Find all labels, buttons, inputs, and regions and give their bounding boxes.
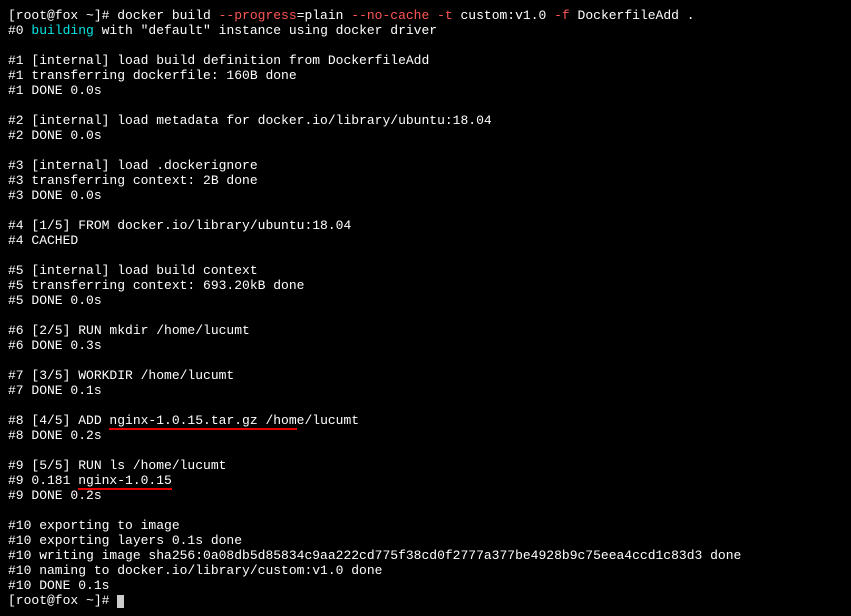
output-line: #6 [2/5] RUN mkdir /home/lucumt xyxy=(8,323,843,338)
output-line: #6 DONE 0.3s xyxy=(8,338,843,353)
terminal-command-line: [root@fox ~]# docker build --progress=pl… xyxy=(8,8,843,23)
output-line: #1 [internal] load build definition from… xyxy=(8,53,843,68)
arg-tag: custom:v1.0 xyxy=(453,8,554,23)
output-line: #10 exporting to image xyxy=(8,518,843,533)
output-line: #5 transferring context: 693.20kB done xyxy=(8,278,843,293)
terminal-prompt-line[interactable]: [root@fox ~]# xyxy=(8,593,843,608)
prompt: [root@fox ~]# xyxy=(8,8,117,23)
output-line: #0 building with "default" instance usin… xyxy=(8,23,843,38)
arg-dockerfile: DockerfileAdd . xyxy=(570,8,695,23)
output-line: #9 DONE 0.2s xyxy=(8,488,843,503)
output-line: #2 [internal] load metadata for docker.i… xyxy=(8,113,843,128)
output-line: #1 DONE 0.0s xyxy=(8,83,843,98)
cursor-icon xyxy=(117,595,124,608)
output-line-ls: #9 0.181 nginx-1.0.15 xyxy=(8,473,843,488)
output-line-add: #8 [4/5] ADD nginx-1.0.15.tar.gz /home/l… xyxy=(8,413,843,428)
opt-progress: --progress xyxy=(219,8,297,23)
output-line: #8 DONE 0.2s xyxy=(8,428,843,443)
output-line: #5 DONE 0.0s xyxy=(8,293,843,308)
output-line: #3 DONE 0.0s xyxy=(8,188,843,203)
building-word: building xyxy=(31,23,93,38)
cmd-docker: docker build xyxy=(117,8,218,23)
opt-f: -f xyxy=(554,8,570,23)
output-line: #10 naming to docker.io/library/custom:v… xyxy=(8,563,843,578)
output-line: #10 DONE 0.1s xyxy=(8,578,843,593)
opt-no-cache: --no-cache xyxy=(351,8,429,23)
output-line: #7 DONE 0.1s xyxy=(8,383,843,398)
eq-plain: =plain xyxy=(297,8,352,23)
output-line: #3 transferring context: 2B done xyxy=(8,173,843,188)
prompt: [root@fox ~]# xyxy=(8,593,117,608)
output-line: #9 [5/5] RUN ls /home/lucumt xyxy=(8,458,843,473)
output-line: #5 [internal] load build context xyxy=(8,263,843,278)
output-line: #10 exporting layers 0.1s done xyxy=(8,533,843,548)
output-line: #1 transferring dockerfile: 160B done xyxy=(8,68,843,83)
output-line: #3 [internal] load .dockerignore xyxy=(8,158,843,173)
output-line: #7 [3/5] WORKDIR /home/lucumt xyxy=(8,368,843,383)
output-line: #10 writing image sha256:0a08db5d85834c9… xyxy=(8,548,843,563)
output-line: #2 DONE 0.0s xyxy=(8,128,843,143)
output-line: #4 CACHED xyxy=(8,233,843,248)
output-line: #4 [1/5] FROM docker.io/library/ubuntu:1… xyxy=(8,218,843,233)
opt-t: -t xyxy=(437,8,453,23)
